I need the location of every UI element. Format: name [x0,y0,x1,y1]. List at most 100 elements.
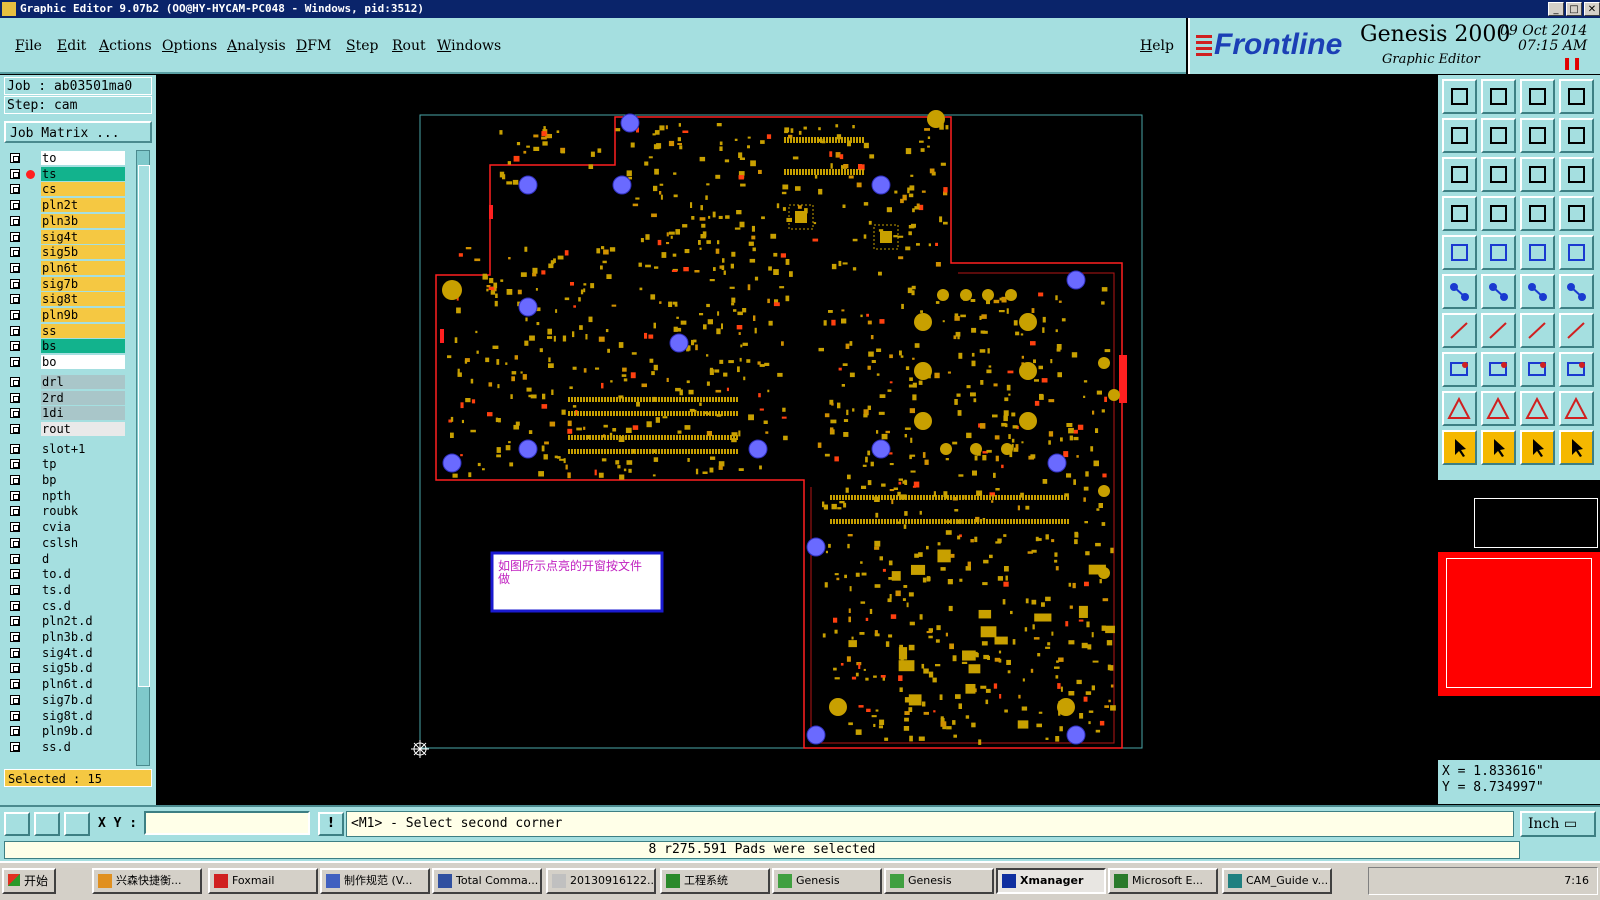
undo-view-icon[interactable] [1520,118,1555,153]
layer-row-bp[interactable]: bp [4,473,126,488]
taskbar-item[interactable]: Total Comma... [432,868,542,894]
layer-checkbox[interactable] [10,490,20,501]
layer-name[interactable]: d [41,551,125,566]
layer-name[interactable]: pln3b.d [41,630,125,644]
alert-icon[interactable]: ! [318,812,344,836]
layer-name[interactable]: tp [41,457,125,472]
layer-name[interactable]: sig8t.d [41,708,125,723]
layer-checkbox[interactable] [10,600,20,611]
triangle-b-icon[interactable] [1481,391,1516,426]
taskbar-item[interactable]: 工程系统 [660,868,770,894]
layer-row-pln6t-d[interactable]: pln6t.d [4,677,126,692]
layer-checkbox[interactable] [10,153,20,163]
layer-checkbox[interactable] [10,341,20,352]
draw-icon[interactable] [1481,313,1516,348]
layer-row-pln2t-d[interactable]: pln2t.d [4,614,126,629]
layer-checkbox[interactable] [10,262,20,273]
layer-name[interactable]: sig5b.d [41,661,125,676]
layer-row-pln9b[interactable]: pln9b [4,308,126,323]
menu-step[interactable]: Step [346,38,378,54]
layer-checkbox[interactable] [10,694,20,705]
layer-name[interactable]: cvia [41,520,125,535]
measure-icon[interactable] [34,812,60,836]
layer-row-1di[interactable]: 1di [4,406,126,421]
arc-icon[interactable] [1520,313,1555,348]
resize-icon[interactable] [1520,352,1555,387]
layer-checkbox[interactable] [10,584,20,595]
layer-row-2rd[interactable]: 2rd [4,390,126,406]
layer-row-cs-d[interactable]: cs.d [4,598,126,614]
layer-checkbox[interactable] [10,569,20,580]
layer-name[interactable]: cs [41,182,125,197]
layer-row-pln6t[interactable]: pln6t [4,260,126,276]
ruler-icon[interactable] [1520,235,1555,270]
delete-icon[interactable] [1481,274,1516,309]
layer-checkbox[interactable] [10,357,20,368]
layer-row-tp[interactable]: tp [4,457,126,472]
layer-checkbox[interactable] [10,537,20,548]
home-up-icon[interactable] [1442,79,1477,114]
layer-name[interactable]: sig7b.d [41,692,125,707]
zoom-fit-icon[interactable] [1442,157,1477,192]
layer-name[interactable]: sig4t [41,229,125,244]
layer-checkbox[interactable] [10,663,20,674]
line-icon[interactable] [1442,313,1477,348]
layer-row-sig4t[interactable]: sig4t [4,229,126,245]
overview-window[interactable] [1438,482,1600,758]
layer-row-npth[interactable]: npth [4,488,126,504]
layer-row-sig4t-d[interactable]: sig4t.d [4,645,126,661]
layer-name[interactable]: bo [41,355,125,370]
layer-row-roubk[interactable]: roubk [4,504,126,519]
layer-checkbox[interactable] [10,310,20,320]
layer-row-pln3b[interactable]: pln3b [4,213,126,229]
layer-row-d[interactable]: d [4,551,126,567]
menu-file[interactable]: File [15,38,42,54]
graphic-canvas[interactable]: 如图所示点亮的开窗按文件做 [156,75,1438,805]
taskbar-item[interactable]: Xmanager [996,868,1106,894]
layer-checkbox[interactable] [10,408,20,419]
home-icon[interactable] [1520,79,1555,114]
taskbar-item[interactable]: 20130916122... [546,868,656,894]
layer-name[interactable]: to [41,151,125,165]
text-icon[interactable] [1559,313,1594,348]
zoom-center-icon[interactable] [1481,157,1516,192]
layer-row-ts[interactable]: ts [4,166,126,182]
layer-name[interactable]: ss.d [41,739,125,754]
triangle-a-icon[interactable] [1442,391,1477,426]
layer-checkbox[interactable] [10,741,20,752]
zoom-1to2-icon[interactable] [1520,157,1555,192]
menu-actions[interactable]: Actions [99,38,152,54]
layer-row-sig7b-d[interactable]: sig7b.d [4,692,126,708]
layer-name[interactable]: ts [41,166,125,181]
taskbar-item[interactable]: 兴森快捷衡... [92,868,202,894]
layer-name[interactable]: pln9b [41,308,125,322]
select-area-icon[interactable] [1481,235,1516,270]
layer-name[interactable]: 1di [41,406,125,421]
layer-name[interactable]: cs.d [41,598,125,613]
pcb-board[interactable]: 如图所示点亮的开窗按文件做 [156,75,1438,805]
pan-right-icon[interactable] [1481,118,1516,153]
layer-name[interactable]: pln2t [41,198,125,213]
layer-row-sig8t[interactable]: sig8t [4,292,126,307]
taskbar-item[interactable]: Microsoft E... [1108,868,1218,894]
layer-row-cvia[interactable]: cvia [4,520,126,535]
layer-row-to[interactable]: to [4,151,126,166]
layer-row-ss[interactable]: ss [4,323,126,339]
layer-checkbox[interactable] [10,376,20,387]
camera-icon[interactable] [1442,235,1477,270]
net-icon[interactable] [1442,274,1477,309]
layer-name[interactable]: cslsh [41,535,125,550]
layer-row-ts-d[interactable]: ts.d [4,582,126,598]
layer-name[interactable]: bp [41,473,125,487]
layer-row-ss-d[interactable]: ss.d [4,739,126,755]
pan-left-icon[interactable] [1442,118,1477,153]
layer-name[interactable]: 2rd [41,390,125,405]
layer-name[interactable]: ss [41,323,125,338]
layer-checkbox[interactable] [10,184,20,195]
layer-row-pln2t[interactable]: pln2t [4,198,126,213]
layer-row-pln9b-d[interactable]: pln9b.d [4,724,126,739]
layer-checkbox[interactable] [10,200,20,211]
menu-edit[interactable]: Edit [57,38,86,54]
layer-name[interactable]: pln2t.d [41,614,125,629]
redraw-icon[interactable] [1559,118,1594,153]
